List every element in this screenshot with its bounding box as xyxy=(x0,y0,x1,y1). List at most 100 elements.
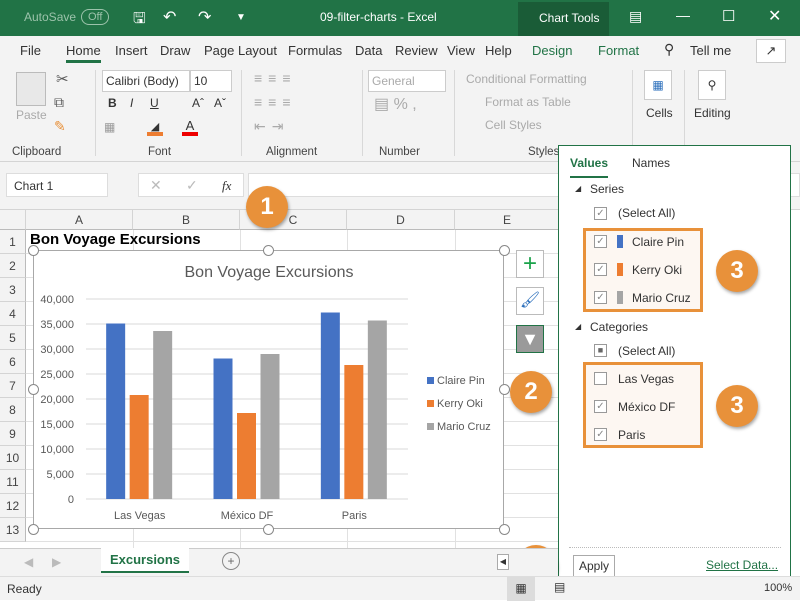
series-label[interactable]: Claire Pin xyxy=(632,235,684,249)
cell-a1[interactable]: Bon Voyage Excursions xyxy=(30,231,201,248)
find-icon[interactable]: ⚲ xyxy=(698,70,726,100)
fill-color-icon[interactable]: ◢ xyxy=(147,120,163,136)
page-layout-view-icon[interactable]: ▤ xyxy=(554,580,565,594)
redo-icon[interactable]: ↷ xyxy=(198,7,211,27)
bar[interactable] xyxy=(260,354,280,499)
resize-handle[interactable] xyxy=(28,524,39,535)
category-checkbox[interactable]: ✓ xyxy=(594,428,607,441)
resize-handle[interactable] xyxy=(499,245,510,256)
scroll-tabs-right[interactable]: ▶ xyxy=(52,555,61,569)
ribbon-display-icon[interactable]: ▤ xyxy=(629,8,642,25)
row-header[interactable]: 13 xyxy=(0,518,26,542)
format-painter-icon[interactable]: ✎ xyxy=(54,118,66,135)
resize-handle[interactable] xyxy=(499,384,510,395)
series-label[interactable]: Mario Cruz xyxy=(632,291,691,305)
row-header[interactable]: 3 xyxy=(0,278,26,302)
conditional-formatting-button[interactable]: Conditional Formatting xyxy=(466,72,587,86)
new-sheet-button[interactable]: + xyxy=(222,552,240,570)
row-header[interactable]: 7 xyxy=(0,374,26,398)
tell-me-input[interactable]: Tell me xyxy=(690,43,731,58)
resize-handle[interactable] xyxy=(263,524,274,535)
category-checkbox[interactable]: ✓ xyxy=(594,400,607,413)
tab-insert[interactable]: Insert xyxy=(115,43,148,58)
zoom-level[interactable]: 100% xyxy=(764,582,792,594)
chart-elements-button[interactable]: + xyxy=(516,250,544,278)
tab-formulas[interactable]: Formulas xyxy=(288,43,342,58)
resize-handle[interactable] xyxy=(28,384,39,395)
undo-icon[interactable]: ↶ xyxy=(163,7,176,27)
column-header[interactable]: A xyxy=(26,210,133,230)
tab-file[interactable]: File xyxy=(20,43,41,58)
column-header[interactable]: B xyxy=(133,210,240,230)
paste-icon[interactable] xyxy=(16,72,46,106)
tab-data[interactable]: Data xyxy=(355,43,382,58)
bar[interactable] xyxy=(237,413,256,499)
editing-button[interactable]: Editing xyxy=(694,106,731,120)
category-checkbox[interactable] xyxy=(594,372,607,385)
row-header[interactable]: 1 xyxy=(0,230,26,254)
chart-filters-button[interactable]: ▼ xyxy=(516,325,544,353)
series-select-all-checkbox[interactable]: ✓ xyxy=(594,207,607,220)
cells-icon[interactable]: ▦ xyxy=(644,70,672,100)
font-color-icon[interactable]: A xyxy=(182,118,198,136)
font-name-select[interactable]: Calibri (Body) xyxy=(102,70,190,92)
tab-format[interactable]: Format xyxy=(598,43,639,58)
paste-button[interactable]: Paste xyxy=(16,108,47,122)
cut-icon[interactable]: ✂ xyxy=(56,70,69,88)
category-label[interactable]: Paris xyxy=(618,428,645,442)
bar[interactable] xyxy=(129,395,149,499)
category-label[interactable]: México DF xyxy=(618,400,675,414)
increase-font-icon[interactable]: Aˆ xyxy=(192,96,204,110)
close-button[interactable]: ✕ xyxy=(768,6,781,26)
chart[interactable]: Bon Voyage Excursions 0 5,000 10,000 15,000… xyxy=(33,250,504,529)
minimize-button[interactable]: — xyxy=(676,7,690,23)
bar[interactable] xyxy=(106,323,126,500)
row-header[interactable]: 11 xyxy=(0,470,26,494)
scroll-tabs-left[interactable]: ◀ xyxy=(24,555,33,569)
maximize-button[interactable]: ☐ xyxy=(722,7,735,25)
share-button[interactable]: ↗ xyxy=(756,39,786,63)
series-label[interactable]: Kerry Oki xyxy=(632,263,682,277)
bar[interactable] xyxy=(320,312,340,500)
enter-icon[interactable]: ✓ xyxy=(186,177,198,194)
collapse-series-icon[interactable]: ◢ xyxy=(575,184,581,193)
hscroll-left[interactable]: ◀ xyxy=(497,554,509,570)
align-top-icons[interactable]: ≡≡≡ xyxy=(254,70,297,86)
format-as-table-button[interactable]: Format as Table xyxy=(485,95,571,109)
category-label[interactable]: Las Vegas xyxy=(618,372,674,386)
bold-button[interactable]: B xyxy=(108,96,117,110)
tab-page-layout[interactable]: Page Layout xyxy=(204,43,277,58)
tab-design[interactable]: Design xyxy=(532,43,572,58)
apply-button[interactable]: Apply xyxy=(573,555,616,577)
sheet-tab-excursions[interactable]: Excursions xyxy=(101,548,189,573)
row-header[interactable]: 9 xyxy=(0,422,26,446)
tab-home[interactable]: Home xyxy=(66,43,101,63)
categories-select-all-checkbox[interactable]: ■ xyxy=(594,344,607,357)
chart-title[interactable]: Bon Voyage Excursions xyxy=(185,264,354,281)
resize-handle[interactable] xyxy=(263,245,274,256)
customize-toolbar-icon[interactable]: ▼ xyxy=(236,12,246,23)
resize-handle[interactable] xyxy=(28,245,39,256)
select-all-corner[interactable] xyxy=(0,210,26,230)
select-data-link[interactable]: Select Data... xyxy=(706,558,778,572)
cells-button[interactable]: Cells xyxy=(646,106,673,120)
series-checkbox[interactable]: ✓ xyxy=(594,263,607,276)
autosave-toggle[interactable]: Off xyxy=(81,9,110,25)
tab-draw[interactable]: Draw xyxy=(160,43,190,58)
number-format-select[interactable]: General xyxy=(368,70,446,92)
tab-names[interactable]: Names xyxy=(632,156,670,170)
bar[interactable] xyxy=(344,365,364,499)
series-checkbox[interactable]: ✓ xyxy=(594,291,607,304)
row-header[interactable]: 10 xyxy=(0,446,26,470)
collapse-categories-icon[interactable]: ◢ xyxy=(575,322,581,331)
row-header[interactable]: 5 xyxy=(0,326,26,350)
copy-icon[interactable]: ⧉ xyxy=(54,94,64,111)
row-header[interactable]: 2 xyxy=(0,254,26,278)
tab-view[interactable]: View xyxy=(447,43,475,58)
chart-styles-button[interactable]: 🖌 xyxy=(516,287,544,315)
normal-view-icon[interactable]: ▦ xyxy=(507,577,535,601)
align-center-icons[interactable]: ≡≡≡ xyxy=(254,94,297,110)
percent-icon[interactable]: ▤ % , xyxy=(374,94,417,114)
row-header[interactable]: 4 xyxy=(0,302,26,326)
row-header[interactable]: 6 xyxy=(0,350,26,374)
